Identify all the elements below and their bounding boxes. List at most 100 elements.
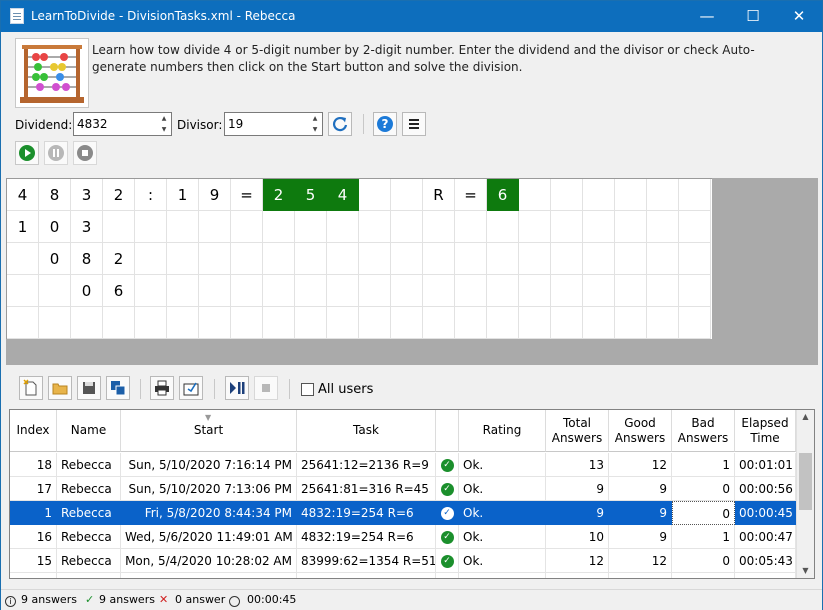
grid-cell[interactable] [39, 307, 71, 339]
table-row[interactable]: 17 Rebecca Sun, 5/10/2020 7:13:06 PM 25641:… [10, 477, 796, 501]
stop-playback-button[interactable] [254, 376, 278, 400]
grid-cell[interactable] [295, 307, 327, 339]
grid-cell[interactable] [263, 211, 295, 243]
grid-cell[interactable] [135, 243, 167, 275]
grid-cell[interactable] [455, 243, 487, 275]
column-status[interactable] [436, 410, 459, 452]
grid-cell[interactable] [583, 275, 615, 307]
close-button[interactable]: ✕ [776, 1, 822, 32]
grid-cell[interactable] [551, 179, 583, 211]
grid-cell[interactable]: 5 [295, 179, 327, 211]
grid-cell[interactable] [519, 179, 551, 211]
grid-cell[interactable] [7, 243, 39, 275]
grid-cell[interactable] [487, 211, 519, 243]
grid-cell[interactable] [583, 307, 615, 339]
grid-cell[interactable] [327, 275, 359, 307]
grid-cell[interactable] [327, 307, 359, 339]
table-row[interactable]: 15 Rebecca Mon, 5/4/2020 10:28:02 AM 83999:… [10, 549, 796, 573]
grid-cell[interactable] [455, 275, 487, 307]
grid-cell[interactable] [167, 307, 199, 339]
grid-cell[interactable] [391, 179, 423, 211]
grid-cell[interactable] [199, 211, 231, 243]
table-row[interactable] [10, 573, 796, 578]
grid-cell[interactable] [615, 243, 647, 275]
grid-cell[interactable] [103, 211, 135, 243]
column-start[interactable]: ▼ Start [121, 410, 297, 452]
grid-cell[interactable]: 0 [39, 243, 71, 275]
column-rating[interactable]: Rating [459, 410, 546, 452]
grid-cell[interactable]: 3 [71, 211, 103, 243]
column-good-answers[interactable]: Good Answers [609, 410, 672, 452]
grid-cell[interactable] [263, 243, 295, 275]
grid-cell[interactable] [167, 275, 199, 307]
grid-cell[interactable]: 9 [199, 179, 231, 211]
grid-cell[interactable]: = [231, 179, 263, 211]
save-button[interactable] [77, 376, 101, 400]
grid-cell[interactable] [519, 275, 551, 307]
grid-cell[interactable] [519, 307, 551, 339]
dividend-spinner[interactable]: ▲▼ [73, 112, 172, 136]
grid-cell[interactable] [391, 275, 423, 307]
grid-cell[interactable]: 0 [39, 211, 71, 243]
grid-cell[interactable] [455, 307, 487, 339]
column-task[interactable]: Task [297, 410, 436, 452]
divisor-spinner[interactable]: ▲▼ [224, 112, 323, 136]
grid-cell[interactable]: 8 [71, 243, 103, 275]
grid-cell[interactable] [647, 211, 679, 243]
grid-cell[interactable] [679, 243, 711, 275]
grid-cell[interactable]: 3 [71, 179, 103, 211]
grid-cell[interactable] [199, 307, 231, 339]
grid-cell[interactable] [359, 179, 391, 211]
table-row[interactable]: 18 Rebecca Sun, 5/10/2020 7:16:14 PM 25641:… [10, 453, 796, 477]
grid-cell[interactable] [583, 243, 615, 275]
grid-cell[interactable] [327, 243, 359, 275]
grid-cell[interactable] [455, 211, 487, 243]
grid-cell[interactable] [423, 211, 455, 243]
scroll-up-arrow[interactable]: ▲ [797, 410, 814, 424]
regenerate-button[interactable] [328, 112, 352, 136]
grid-cell[interactable] [615, 211, 647, 243]
grid-cell[interactable] [359, 211, 391, 243]
grid-cell[interactable] [295, 211, 327, 243]
grid-cell[interactable] [391, 243, 423, 275]
grid-cell[interactable] [167, 243, 199, 275]
grid-cell[interactable]: 0 [71, 275, 103, 307]
column-total-answers[interactable]: Total Answers [546, 410, 609, 452]
export-button[interactable] [179, 376, 203, 400]
divisor-spin-arrows[interactable]: ▲ ▼ [308, 113, 322, 135]
dividend-spin-arrows[interactable]: ▲ ▼ [157, 113, 171, 135]
play-pause-button[interactable] [225, 376, 249, 400]
grid-cell[interactable] [295, 275, 327, 307]
grid-cell[interactable]: 4 [7, 179, 39, 211]
grid-cell[interactable] [679, 275, 711, 307]
history-table[interactable]: Index Name ▼ Start Task Rating Total Ans… [9, 409, 815, 579]
grid-cell[interactable] [679, 179, 711, 211]
grid-cell[interactable]: 2 [103, 179, 135, 211]
grid-cell[interactable] [679, 211, 711, 243]
grid-cell[interactable] [231, 307, 263, 339]
grid-cell[interactable] [647, 307, 679, 339]
grid-cell[interactable]: : [135, 179, 167, 211]
grid-cell[interactable] [583, 211, 615, 243]
scrollbar-thumb[interactable] [799, 453, 812, 510]
grid-cell[interactable]: R [423, 179, 455, 211]
help-button[interactable]: ? [373, 112, 397, 136]
grid-cell[interactable] [199, 243, 231, 275]
grid-cell[interactable] [615, 179, 647, 211]
scroll-down-arrow[interactable]: ▼ [797, 564, 814, 578]
new-button[interactable] [19, 376, 43, 400]
grid-cell[interactable] [615, 307, 647, 339]
grid-cell[interactable]: = [455, 179, 487, 211]
dividend-input[interactable] [74, 113, 156, 135]
grid-cell[interactable] [615, 275, 647, 307]
table-row[interactable]: 1 Rebecca Fri, 5/8/2020 8:44:34 PM 4832:19=… [10, 501, 796, 525]
grid-cell[interactable] [391, 211, 423, 243]
all-users-checkbox[interactable] [301, 383, 314, 396]
grid-cell[interactable] [263, 275, 295, 307]
grid-cell[interactable] [167, 211, 199, 243]
vertical-scrollbar[interactable]: ▲ ▼ [796, 410, 814, 578]
grid-cell[interactable]: 2 [103, 243, 135, 275]
grid-cell[interactable] [551, 275, 583, 307]
grid-cell[interactable] [7, 275, 39, 307]
grid-cell[interactable] [135, 307, 167, 339]
